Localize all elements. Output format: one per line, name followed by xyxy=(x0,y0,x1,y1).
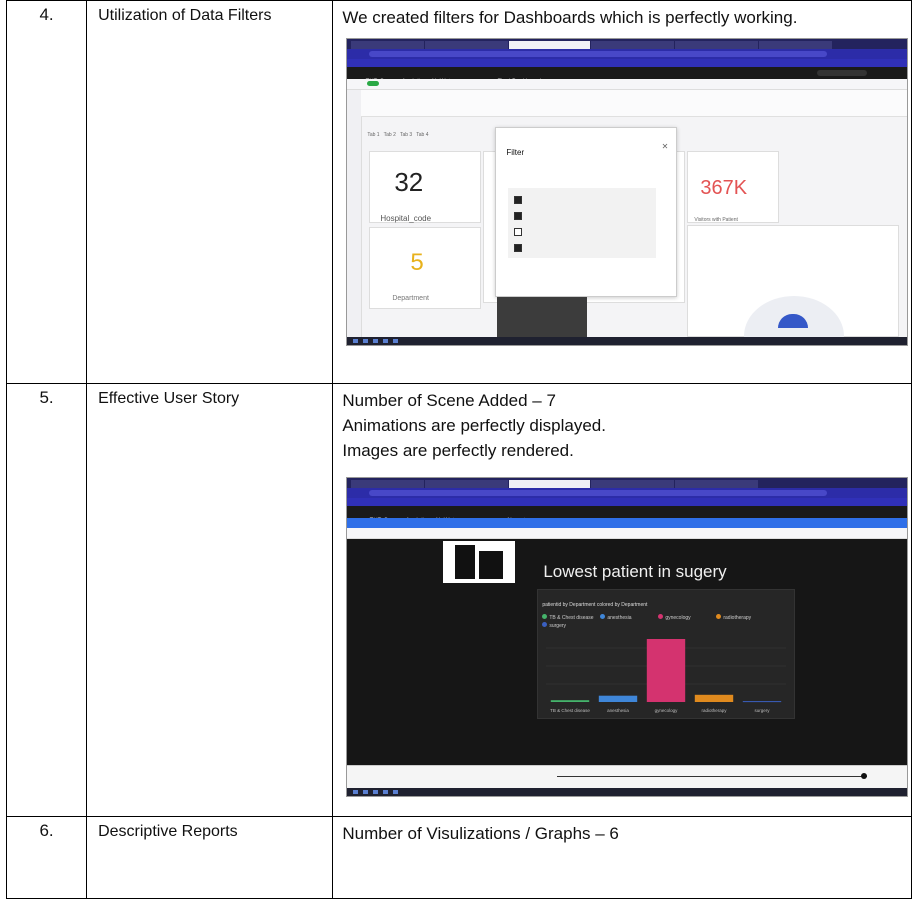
scene-title: Lowest patient in sugery xyxy=(543,562,727,581)
story-screenshot: ≡ EHR Cognos Analytics with Watson New s… xyxy=(346,477,909,797)
table-row: 4. Utilization of Data Filters We create… xyxy=(5,0,912,384)
bar[interactable] xyxy=(743,701,782,703)
kpi-value: 32 xyxy=(394,167,424,197)
row-label: Effective User Story xyxy=(86,383,334,817)
kpi-card-visitors[interactable]: 367K Visitors with Patient xyxy=(687,151,780,223)
description-line: Animations are perfectly displayed. xyxy=(342,416,606,435)
taskbar xyxy=(347,788,908,796)
scene-canvas: Lowest patient in sugery patientid by De… xyxy=(347,539,908,766)
tick-label: gynecology xyxy=(655,708,679,713)
checkbox[interactable] xyxy=(514,196,523,204)
table-row: 5. Effective User Story Number of Scene … xyxy=(5,383,912,817)
row-number: 5. xyxy=(5,383,88,817)
browser-tabs xyxy=(347,39,908,49)
row-description: Number of Visulizations / Graphs – 6 xyxy=(332,816,912,899)
left-sidebar xyxy=(347,90,363,337)
description-line: Number of Visulizations / Graphs – 6 xyxy=(342,824,619,843)
legend-label: anesthesia xyxy=(607,615,632,621)
bar[interactable] xyxy=(647,639,686,702)
tick-label: anesthesia xyxy=(607,708,629,713)
checkbox[interactable] xyxy=(514,228,523,236)
tooltip-panel xyxy=(497,297,588,337)
image-frame[interactable] xyxy=(443,541,516,583)
story-toolbar xyxy=(347,528,908,539)
bar-chart-card[interactable]: patientid by Department colored by Depar… xyxy=(537,589,796,719)
bar[interactable] xyxy=(551,700,590,702)
tab-1[interactable]: Tab 1 xyxy=(367,132,379,138)
kpi-value: 367K xyxy=(700,177,748,199)
kpi-card-hospital-code[interactable]: 32 Hospital_code xyxy=(369,151,482,223)
row-description: Number of Scene Added – 7 Animations are… xyxy=(332,383,912,817)
legend-swatch xyxy=(716,614,722,619)
close-icon[interactable]: ✕ xyxy=(662,134,669,159)
row-description: We created filters for Dashboards which … xyxy=(332,0,912,384)
legend-label: gynecology xyxy=(665,615,691,621)
browser-tab-active[interactable] xyxy=(509,41,591,49)
description-line: Images are perfectly rendered. xyxy=(342,441,574,460)
kpi-label: Department xyxy=(392,295,429,302)
row-number: 4. xyxy=(5,0,88,384)
document-page: 4. Utilization of Data Filters We create… xyxy=(0,0,916,899)
app-header: ≡ EHR Cognos Analytics with Watson New s… xyxy=(347,506,908,524)
tab-2[interactable]: Tab 2 xyxy=(384,132,396,138)
timeline-bar xyxy=(347,765,908,788)
chart-legend: TB & Chest disease anesthesia gynecology ra… xyxy=(542,606,782,629)
filter-dropdown[interactable]: Filter ✕ xyxy=(495,127,678,297)
dashboard-screenshot: ≡ EHR Cognos Analytics with Watson Final… xyxy=(346,38,909,346)
filter-options xyxy=(508,188,657,258)
browser-tabs xyxy=(347,478,908,488)
tick-label: surgery xyxy=(755,708,771,713)
tab-3[interactable]: Tab 3 xyxy=(400,132,412,138)
checkbox[interactable] xyxy=(514,244,523,252)
browser-tab-active[interactable] xyxy=(509,480,591,488)
tick-label: TB & Chest disease xyxy=(550,708,590,713)
report-table: 4. Utilization of Data Filters We create… xyxy=(5,0,912,899)
timeline-track xyxy=(557,776,868,777)
bar[interactable] xyxy=(599,695,638,702)
row-number: 6. xyxy=(5,816,88,899)
legend-swatch xyxy=(658,614,664,619)
bar-chart: TB & Chest disease anesthesia gynecology ra… xyxy=(546,639,787,713)
row-label: Utilization of Data Filters xyxy=(86,0,334,384)
tick-label: radiotherapy xyxy=(702,708,728,713)
edit-toggle[interactable] xyxy=(367,81,380,86)
table-row: 6. Descriptive Reports Number of Visuliz… xyxy=(5,816,912,899)
legend-swatch xyxy=(600,614,606,619)
checkbox[interactable] xyxy=(514,212,523,220)
info-banner xyxy=(347,518,908,528)
description-line: Number of Scene Added – 7 xyxy=(342,391,556,410)
taskbar xyxy=(347,337,908,345)
dashboard-toolbar xyxy=(347,79,908,90)
search-input[interactable] xyxy=(817,70,868,76)
donut-chart-card[interactable] xyxy=(687,225,900,345)
address-bar xyxy=(347,488,908,498)
timeline-handle[interactable] xyxy=(861,773,868,779)
dashboard-filter-strip xyxy=(361,90,908,117)
kpi-card-department[interactable]: 5 Department xyxy=(369,227,482,309)
bar[interactable] xyxy=(695,694,734,702)
app-header: ≡ EHR Cognos Analytics with Watson Final… xyxy=(347,67,908,85)
legend-label: radiotherapy xyxy=(723,615,752,621)
description-line: We created filters for Dashboards which … xyxy=(342,8,798,27)
kpi-value: 5 xyxy=(410,249,424,276)
row-label: Descriptive Reports xyxy=(86,816,334,899)
address-bar xyxy=(347,49,908,59)
tab-4[interactable]: Tab 4 xyxy=(416,132,428,138)
filter-title: Filter xyxy=(506,148,525,157)
